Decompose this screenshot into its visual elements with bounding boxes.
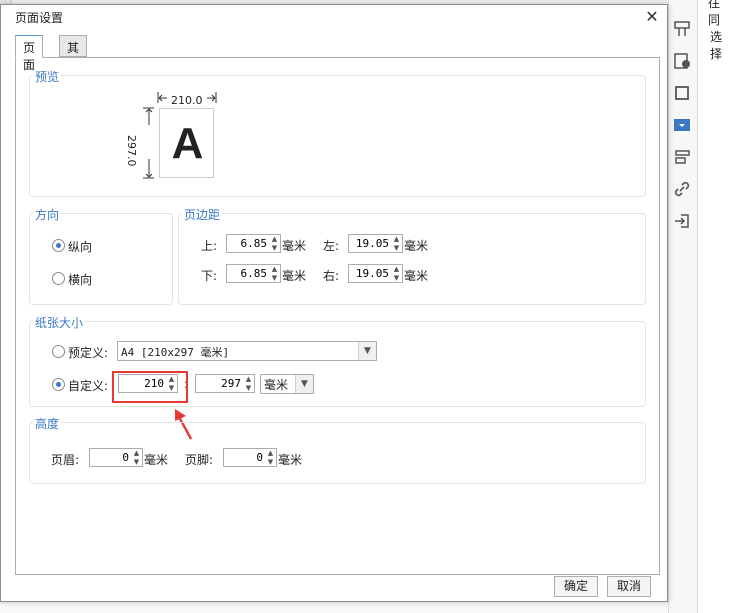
custom-label[interactable]: 自定义: (68, 377, 108, 394)
spin-up-icon[interactable]: ▲ (391, 235, 402, 243)
margins-group (178, 213, 646, 305)
spin-up-icon[interactable]: ▲ (269, 235, 280, 243)
spin-down-icon[interactable]: ▼ (243, 384, 254, 392)
spin-up-icon[interactable]: ▲ (131, 449, 142, 457)
header-height-label: 页眉: (51, 453, 80, 467)
predefined-label[interactable]: 预定义: (68, 344, 108, 361)
preview-paper: A (159, 108, 214, 178)
margin-left-label: 左: (323, 239, 340, 253)
margin-right-unit: 毫米 (404, 269, 429, 283)
custom-height-stepper[interactable]: ▲▼ (195, 374, 255, 393)
preview-letter: A (171, 119, 204, 168)
predefined-paper-select[interactable]: A4 [210x297 毫米] ▼ (117, 341, 377, 361)
orientation-group-label: 方向 (33, 206, 62, 223)
paper-unit-value: 毫米 (264, 378, 289, 392)
predefined-radio[interactable] (52, 345, 65, 358)
preview-group-label: 预览 (33, 68, 62, 85)
predefined-paper-value: A4 [210x297 毫米] (121, 346, 230, 359)
page-setup-dialog: 页面设置 ✕ 页面 其他 预览 210.0 297.0 A 方向 纵向 横向 页… (0, 4, 668, 602)
margin-bottom-label: 下: (201, 269, 218, 283)
margin-left-stepper[interactable]: ▲▼ (348, 234, 403, 253)
dialog-title: 页面设置 (15, 11, 64, 25)
margin-right-label: 右: (323, 269, 340, 283)
tab-page[interactable]: 页面 (15, 35, 44, 72)
right-panel-header: 往同 (708, 0, 721, 27)
paper-unit-select[interactable]: 毫米 ▼ (260, 374, 314, 394)
spin-up-icon[interactable]: ▲ (243, 375, 254, 383)
footer-height-label: 页脚: (185, 453, 214, 467)
table-info-icon[interactable] (673, 52, 691, 70)
header-height-input[interactable] (90, 449, 132, 466)
custom-radio[interactable] (52, 378, 65, 391)
cancel-button[interactable]: 取消 (607, 576, 651, 597)
spin-up-icon[interactable]: ▲ (269, 265, 280, 273)
spin-down-icon[interactable]: ▼ (391, 244, 402, 252)
margin-left-input[interactable] (349, 235, 392, 252)
footer-height-input[interactable] (224, 449, 266, 466)
footer-height-stepper[interactable]: ▲▼ (223, 448, 277, 467)
spin-down-icon[interactable]: ▼ (269, 274, 280, 282)
import-icon[interactable] (673, 212, 691, 230)
margin-bottom-input[interactable] (227, 265, 270, 282)
margin-left-unit: 毫米 (404, 239, 429, 253)
landscape-radio[interactable] (52, 272, 65, 285)
margin-top-label: 上: (201, 239, 218, 253)
ok-button[interactable]: 确定 (554, 576, 598, 597)
margin-right-input[interactable] (349, 265, 392, 282)
preview-height-label: 297.0 (125, 135, 138, 167)
header-height-unit: 毫米 (144, 453, 169, 467)
spin-down-icon[interactable]: ▼ (391, 274, 402, 282)
height-dimension-arrow (143, 107, 154, 179)
preview-width-label: 210.0 (171, 94, 203, 107)
margin-top-stepper[interactable]: ▲▼ (226, 234, 281, 253)
dropdown-widget-icon[interactable] (673, 116, 691, 134)
tab-other[interactable]: 其他 (59, 35, 88, 72)
chevron-down-icon[interactable]: ▼ (295, 375, 313, 393)
spin-down-icon[interactable]: ▼ (265, 458, 276, 466)
margin-bottom-stepper[interactable]: ▲▼ (226, 264, 281, 283)
paper-size-group-label: 纸张大小 (33, 314, 86, 331)
preview-group (29, 75, 646, 197)
portrait-radio[interactable] (52, 239, 65, 252)
landscape-label[interactable]: 横向 (68, 271, 92, 288)
portrait-label[interactable]: 纵向 (68, 238, 92, 255)
footer-height-unit: 毫米 (278, 453, 303, 467)
spin-down-icon[interactable]: ▼ (269, 244, 280, 252)
right-panel-text: 选择 (710, 30, 723, 61)
margin-bottom-unit: 毫米 (282, 269, 307, 283)
right-panel: 往同 选择 (697, 0, 730, 613)
margin-top-input[interactable] (227, 235, 270, 252)
layers-icon[interactable] (673, 148, 691, 166)
rectangle-icon[interactable] (673, 84, 691, 102)
highlight-box (112, 371, 188, 403)
link-icon[interactable] (673, 180, 691, 198)
spin-up-icon[interactable]: ▲ (265, 449, 276, 457)
margin-right-stepper[interactable]: ▲▼ (348, 264, 403, 283)
grid-icon[interactable] (673, 20, 691, 38)
margin-top-unit: 毫米 (282, 239, 307, 253)
header-height-stepper[interactable]: ▲▼ (89, 448, 143, 467)
spin-up-icon[interactable]: ▲ (391, 265, 402, 273)
close-icon[interactable]: ✕ (641, 6, 663, 28)
chevron-down-icon[interactable]: ▼ (358, 342, 376, 360)
custom-height-input[interactable] (196, 375, 244, 392)
spin-down-icon[interactable]: ▼ (131, 458, 142, 466)
height-group-label: 高度 (33, 415, 62, 432)
margins-group-label: 页边距 (182, 206, 223, 223)
orientation-group (29, 213, 173, 305)
